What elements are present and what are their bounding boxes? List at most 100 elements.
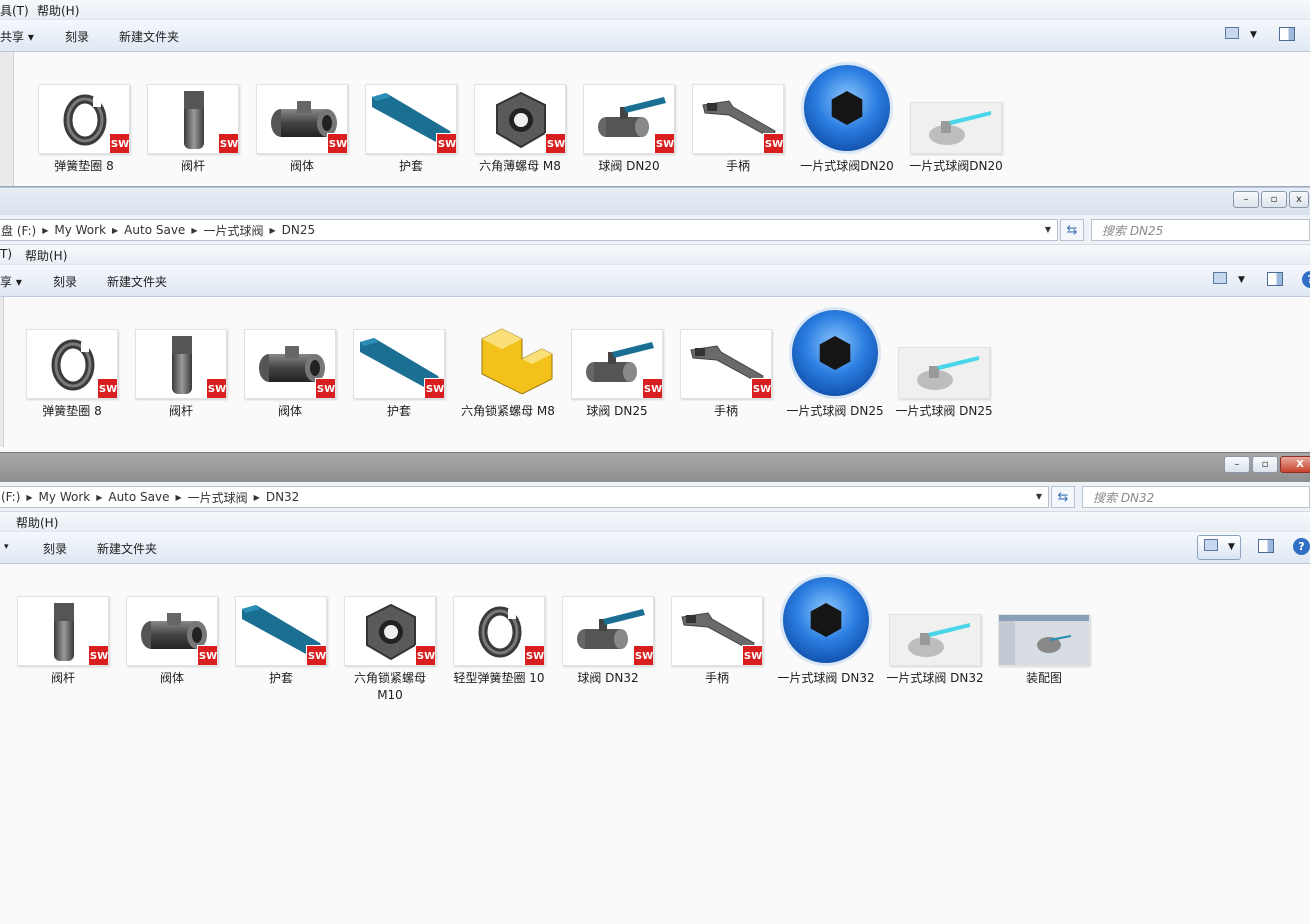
nut-part-thumbnail: SW — [474, 84, 566, 154]
preview-pane-icon[interactable] — [1279, 27, 1295, 41]
file-item[interactable]: SW 轻型弹簧垫圈 10 — [449, 596, 549, 687]
file-item[interactable]: 装配图 — [994, 596, 1094, 687]
assembly-screenshot-thumbnail — [998, 614, 1090, 666]
file-item[interactable]: SW 阀杆 — [131, 329, 231, 420]
file-item[interactable]: SW 手柄 — [676, 329, 776, 420]
help-icon[interactable]: ? — [1302, 271, 1310, 288]
share-button[interactable]: 共享 ▾ — [0, 28, 34, 45]
file-item[interactable]: SW 阀体 — [122, 596, 222, 687]
breadcrumb-my-work[interactable]: My Work — [33, 490, 97, 504]
address-dropdown-icon[interactable]: ▼ — [1036, 492, 1042, 501]
file-item[interactable]: SW 球阀 DN20 — [579, 84, 679, 175]
breadcrumb-auto-save[interactable]: Auto Save — [102, 490, 175, 504]
maximize-button[interactable]: ▫ — [1252, 456, 1278, 473]
menu-help[interactable]: 帮助(H) — [16, 514, 58, 531]
render-image-thumbnail — [910, 102, 1002, 154]
share-button[interactable]: ▾ — [4, 542, 9, 552]
menu-help[interactable]: 帮助(H) — [25, 247, 67, 264]
stem-part-thumbnail: SW — [147, 84, 239, 154]
burn-button[interactable]: 刻录 — [53, 273, 77, 290]
file-item[interactable]: SW 阀杆 — [13, 596, 113, 687]
new-folder-button[interactable]: 新建文件夹 — [119, 28, 179, 45]
help-icon[interactable]: ? — [1293, 538, 1310, 555]
file-name: 手柄 — [725, 159, 750, 173]
file-item[interactable]: SW 护套 — [231, 596, 331, 687]
solidworks-badge-icon: SW — [206, 378, 226, 398]
file-item[interactable]: 一片式球阀 DN25 — [785, 307, 885, 420]
breadcrumb-dn25[interactable]: DN25 — [276, 223, 322, 237]
file-item[interactable]: 一片式球阀 DN32 — [885, 596, 985, 687]
minimize-button[interactable]: – — [1224, 456, 1250, 473]
file-item[interactable]: SW 球阀 DN32 — [558, 596, 658, 687]
file-area: SW 弹簧垫圈 8 SW 阀杆 SW 阀体 SW 护套 SW 六角薄螺母 M8 SW 球阀 DN20 S… — [0, 52, 1310, 186]
view-icon[interactable] — [1213, 272, 1227, 284]
file-name: 轻型弹簧垫圈 10 — [453, 671, 545, 685]
breadcrumb[interactable]: (F:) ▶ My Work ▶ Auto Save ▶ 一片式球阀 ▶ DN32 ▼ — [0, 486, 1049, 508]
close-button[interactable]: x — [1289, 191, 1309, 208]
breadcrumb-drive[interactable]: (F:) — [0, 490, 26, 504]
file-item[interactable]: SW 阀体 — [252, 84, 352, 175]
close-button[interactable]: X — [1280, 456, 1310, 473]
breadcrumb-ball-valve[interactable]: 一片式球阀 — [197, 222, 269, 239]
breadcrumb-auto-save[interactable]: Auto Save — [118, 223, 191, 237]
file-item[interactable]: 一片式球阀 DN25 — [894, 329, 994, 420]
breadcrumb-dn32[interactable]: DN32 — [260, 490, 306, 504]
file-name: 阀杆 — [180, 159, 205, 173]
breadcrumb-drive[interactable]: 盘 (F:) — [0, 222, 42, 239]
maximize-button[interactable]: ▫ — [1261, 191, 1287, 208]
file-item[interactable]: 一片式球阀 DN32 — [776, 574, 876, 687]
file-item[interactable]: SW 六角锁紧螺母 M10 — [340, 596, 440, 704]
render-image-thumbnail — [898, 347, 990, 399]
file-item[interactable]: SW 阀体 — [240, 329, 340, 420]
file-item[interactable]: SW 护套 — [349, 329, 449, 420]
file-item[interactable]: SW 球阀 DN25 — [567, 329, 667, 420]
keyshot-icon — [801, 62, 893, 154]
file-item[interactable]: SW 弹簧垫圈 8 — [34, 84, 134, 175]
file-item[interactable]: 一片式球阀DN20 — [797, 62, 897, 175]
minimize-button[interactable]: – — [1233, 191, 1259, 208]
file-item[interactable]: 一片式球阀DN20 — [906, 84, 1006, 175]
file-name: 护套 — [398, 159, 423, 173]
refresh-icon[interactable]: ⇆ — [1051, 486, 1075, 508]
share-button[interactable]: 享 ▾ — [0, 273, 22, 290]
view-dropdown-icon[interactable]: ▼ — [1228, 542, 1235, 552]
breadcrumb-ball-valve[interactable]: 一片式球阀 — [182, 489, 254, 506]
address-dropdown-icon[interactable]: ▼ — [1045, 225, 1051, 234]
view-icon[interactable] — [1225, 27, 1239, 39]
view-dropdown-icon[interactable]: ▼ — [1238, 275, 1245, 285]
file-name: 手柄 — [713, 404, 738, 418]
stem-part-thumbnail: SW — [17, 596, 109, 666]
solidworks-badge-icon: SW — [197, 645, 217, 665]
solidworks-badge-icon: SW — [415, 645, 435, 665]
file-item[interactable]: SW 弹簧垫圈 8 — [22, 329, 122, 420]
menu-tools[interactable]: T) — [0, 247, 12, 261]
file-item[interactable]: SW 阀杆 — [143, 84, 243, 175]
file-name: 装配图 — [1025, 671, 1062, 685]
preview-pane-icon[interactable] — [1258, 539, 1274, 553]
file-item[interactable]: SW 护套 — [361, 84, 461, 175]
file-item[interactable]: 六角锁紧螺母 M8 — [458, 328, 558, 420]
preview-pane-icon[interactable] — [1267, 272, 1283, 286]
new-folder-button[interactable]: 新建文件夹 — [97, 540, 157, 557]
breadcrumb[interactable]: 盘 (F:) ▶ My Work ▶ Auto Save ▶ 一片式球阀 ▶ DN25 … — [0, 219, 1058, 241]
command-bar: 共享 ▾ 刻录 新建文件夹 ▼ — [0, 20, 1310, 52]
search-input[interactable]: 搜索 DN32 — [1082, 486, 1310, 508]
file-item[interactable]: SW 手柄 — [688, 84, 788, 175]
view-dropdown-icon[interactable]: ▼ — [1250, 30, 1257, 40]
burn-button[interactable]: 刻录 — [65, 28, 89, 45]
vertical-scrollbar[interactable] — [0, 297, 4, 447]
menu-help[interactable]: 帮助(H) — [37, 2, 79, 19]
file-area: SW 阀杆 SW 阀体 SW 护套 SW 六角锁紧螺母 M10 SW 轻型弹簧垫圈 10 SW 球阀 … — [0, 564, 1310, 924]
burn-button[interactable]: 刻录 — [43, 540, 67, 557]
new-folder-button[interactable]: 新建文件夹 — [107, 273, 167, 290]
breadcrumb-my-work[interactable]: My Work — [48, 223, 112, 237]
refresh-icon[interactable]: ⇆ — [1060, 219, 1084, 241]
vertical-scrollbar[interactable] — [0, 52, 14, 186]
file-item[interactable]: SW 手柄 — [667, 596, 767, 687]
search-input[interactable]: 搜索 DN25 — [1091, 219, 1310, 241]
file-name: 一片式球阀 DN32 — [886, 671, 984, 685]
menu-tools[interactable]: 具(T) — [0, 2, 29, 19]
file-item[interactable]: SW 六角薄螺母 M8 — [470, 84, 570, 175]
file-area: SW 弹簧垫圈 8 SW 阀杆 SW 阀体 SW 护套 六角锁紧螺母 M8 SW 球阀 DN25 SW… — [0, 297, 1310, 451]
solidworks-badge-icon: SW — [751, 378, 771, 398]
